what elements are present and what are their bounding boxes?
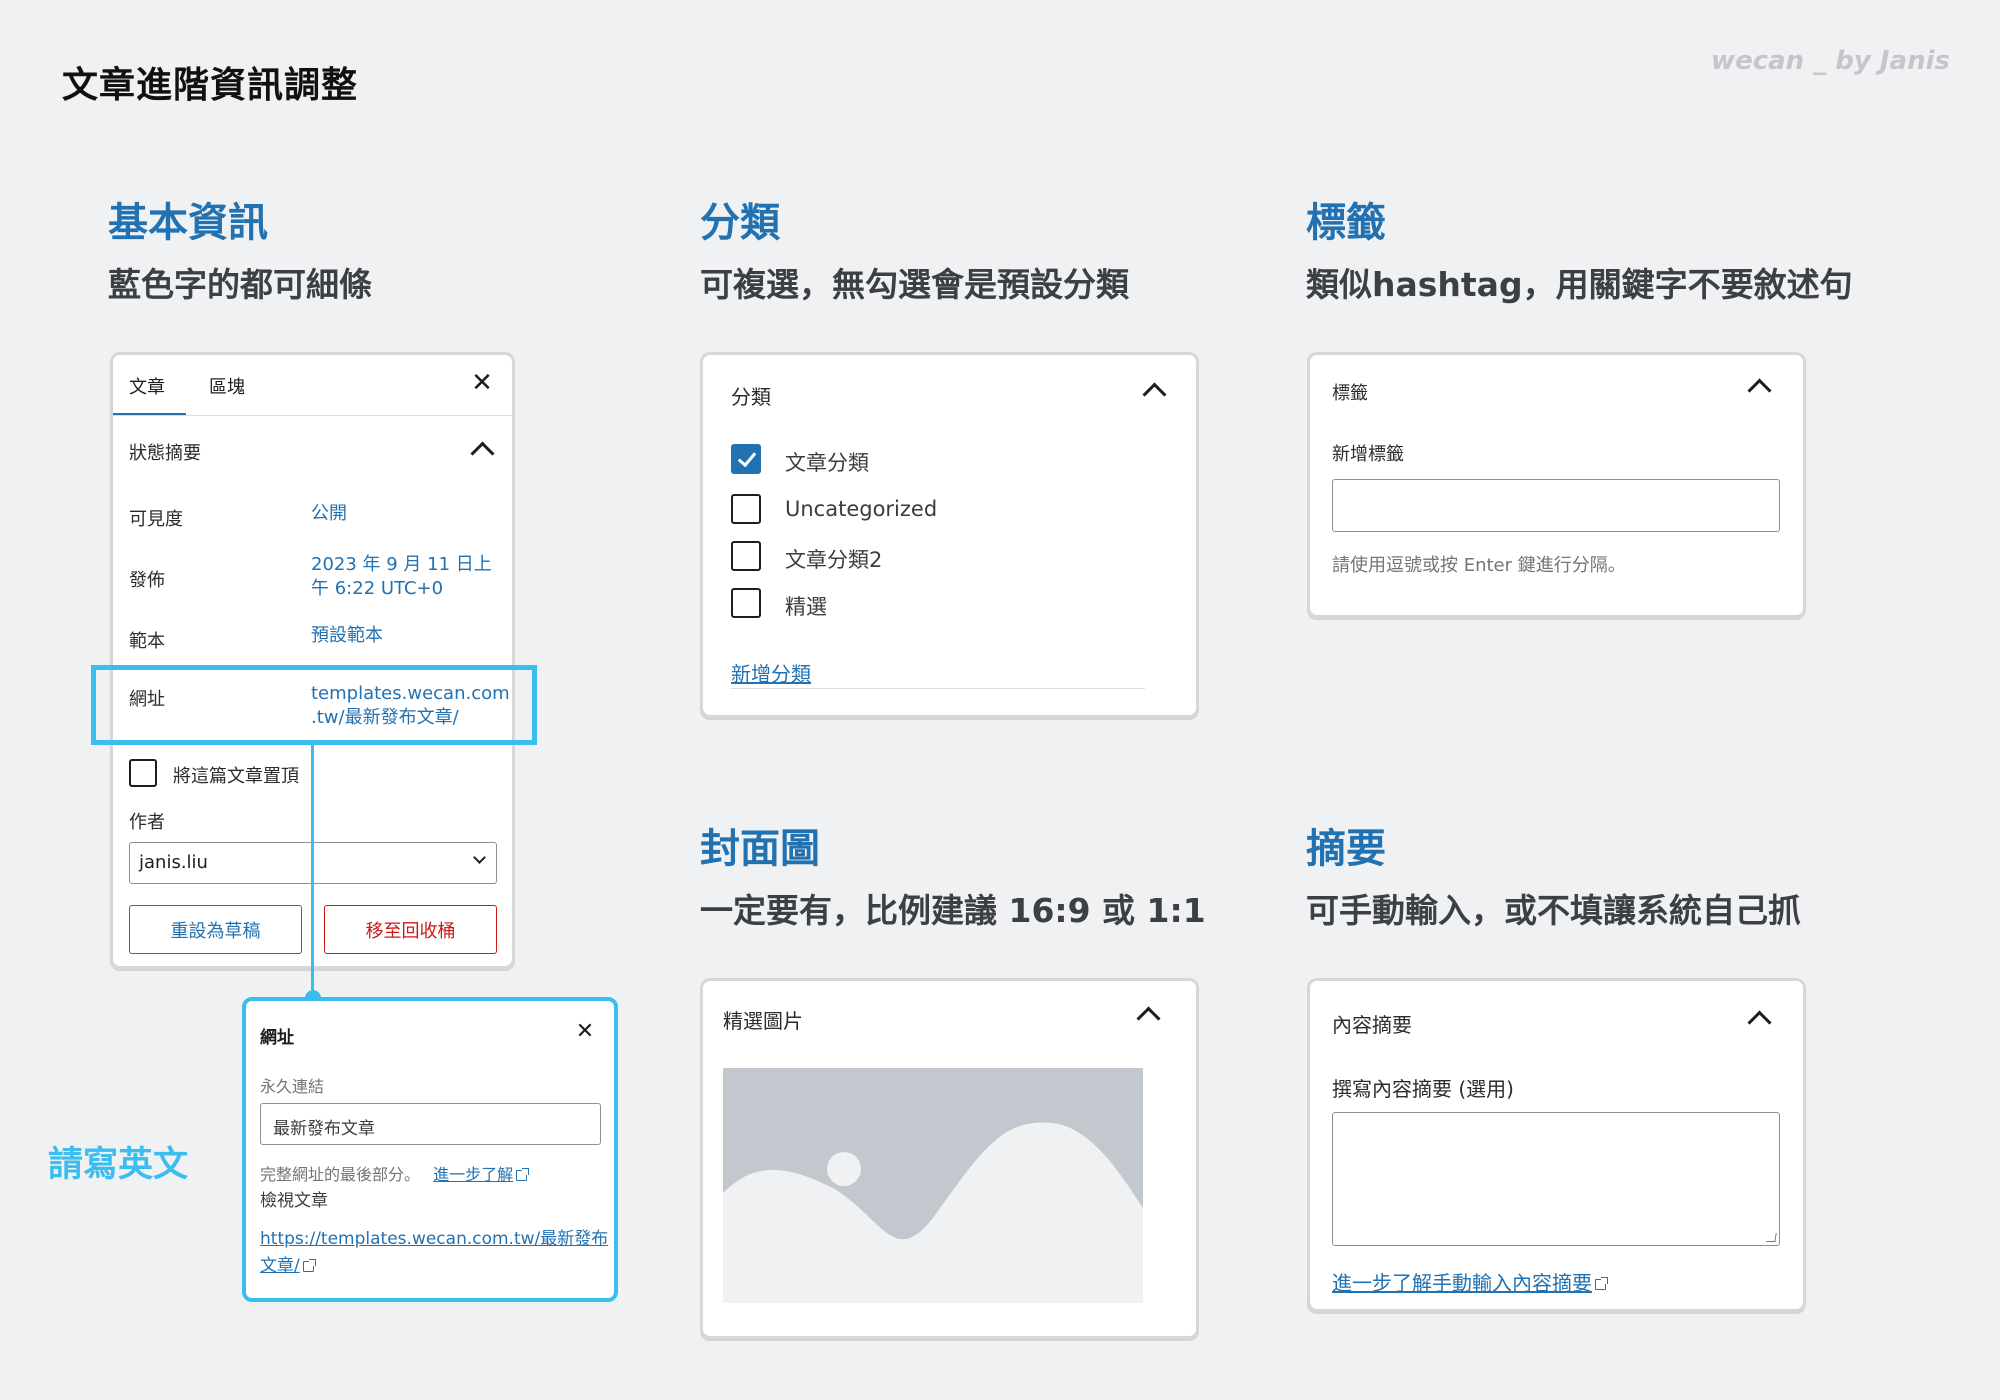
section-title-excerpt: 摘要 xyxy=(1306,826,1386,872)
close-popover-button[interactable]: ✕ xyxy=(572,1019,598,1045)
sticky-label: 將這篇文章置頂 xyxy=(173,766,299,787)
section-title-cover: 封面圖 xyxy=(700,826,820,872)
author-label: 作者 xyxy=(129,812,165,833)
section-subtitle-tags: 類似hashtag，用關鍵字不要敘述句 xyxy=(1306,265,1853,304)
section-title-category: 分類 xyxy=(700,200,780,246)
learn-more-link[interactable]: 進一步了解 xyxy=(433,1165,513,1184)
chevron-up-icon xyxy=(1746,377,1772,403)
tags-panel: 標籤 新增標籤 請使用逗號或按 Enter 鍵進行分隔。 xyxy=(1307,352,1806,618)
excerpt-panel: 內容摘要 撰寫內容摘要 (選用) 進一步了解手動輸入內容摘要 xyxy=(1307,978,1806,1312)
publish-date-value[interactable]: 2023 年 9 月 11 日上 午 6:22 UTC+0 xyxy=(311,553,492,601)
status-panel-title: 狀態摘要 xyxy=(129,443,201,464)
template-value[interactable]: 預設範本 xyxy=(311,624,383,648)
permalink-help: 完整網址的最後部分。 進一步了解 xyxy=(260,1161,530,1185)
page-title: 文章進階資訊調整 xyxy=(62,65,359,106)
brand-watermark: wecan _ by Janis xyxy=(1711,46,1950,76)
connector-line xyxy=(311,744,314,997)
external-link-icon xyxy=(302,1258,316,1272)
close-icon: ✕ xyxy=(575,1019,595,1044)
category-checkbox[interactable] xyxy=(731,541,761,571)
set-featured-image-button[interactable] xyxy=(723,1068,1143,1303)
chevron-down-icon xyxy=(473,851,486,864)
add-tag-input[interactable] xyxy=(1332,479,1780,532)
excerpt-textarea[interactable] xyxy=(1332,1112,1780,1246)
categories-panel: 分類 文章分類 Uncategorized 文章分類2 精選 新增分類 xyxy=(700,352,1199,718)
chevron-up-icon xyxy=(469,440,495,466)
featured-image-toggle[interactable] xyxy=(1133,999,1163,1031)
mountain-shape xyxy=(723,1122,1143,1303)
excerpt-panel-toggle[interactable] xyxy=(1744,1003,1774,1035)
category-checkbox[interactable] xyxy=(731,494,761,524)
section-subtitle-cover: 一定要有，比例建議 16:9 或 1:1 xyxy=(700,891,1206,930)
url-popover-title: 網址 xyxy=(260,1028,294,1048)
view-post-link[interactable]: https://templates.wecan.com.tw/最新發布 文章/ xyxy=(260,1226,608,1280)
url-popover: 網址 ✕ 永久連結 最新發布文章 完整網址的最後部分。 進一步了解 檢視文章 h… xyxy=(242,997,618,1302)
section-title-tags: 標籤 xyxy=(1306,200,1386,246)
view-post-label: 檢視文章 xyxy=(260,1191,328,1211)
publish-date-line2: 午 6:22 UTC+0 xyxy=(311,578,444,599)
add-category-link[interactable]: 新增分類 xyxy=(731,658,811,687)
post-url-line1: https://templates.wecan.com.tw/最新發布 xyxy=(260,1229,609,1249)
category-label: 精選 xyxy=(785,595,827,619)
tags-panel-toggle[interactable] xyxy=(1744,371,1774,403)
permalink-label: 永久連結 xyxy=(260,1077,325,1096)
excerpt-field-label: 撰寫內容摘要 (選用) xyxy=(1332,1077,1514,1101)
annotation-write-english: 請寫英文 xyxy=(48,1145,189,1185)
sun-shape xyxy=(827,1152,861,1186)
permalink-help-text: 完整網址的最後部分。 xyxy=(260,1165,421,1184)
url-line2: .tw/最新發布文章/ xyxy=(311,707,459,728)
tags-panel-title: 標籤 xyxy=(1332,383,1368,404)
external-link-icon xyxy=(1595,1277,1608,1290)
permalink-input-value: 最新發布文章 xyxy=(273,1119,375,1139)
category-label: 文章分類2 xyxy=(785,548,883,572)
revert-to-draft-button[interactable]: 重設為草稿 xyxy=(129,905,302,954)
visibility-label: 可見度 xyxy=(129,509,183,530)
post-url-line2: 文章/ xyxy=(260,1256,300,1276)
featured-image-panel: 精選圖片 xyxy=(700,978,1199,1339)
category-label: Uncategorized xyxy=(785,497,938,521)
add-tag-label: 新增標籤 xyxy=(1332,444,1404,465)
tags-help-text: 請使用逗號或按 Enter 鍵進行分隔。 xyxy=(1332,555,1626,576)
permalink-input[interactable]: 最新發布文章 xyxy=(260,1103,601,1145)
chevron-up-icon xyxy=(1135,1005,1161,1031)
excerpt-learn-more-link: 進一步了解手動輸入內容摘要 xyxy=(1332,1271,1592,1295)
category-label: 文章分類 xyxy=(785,451,869,475)
section-subtitle-excerpt: 可手動輸入，或不填讓系統自己抓 xyxy=(1306,891,1801,930)
publish-label: 發佈 xyxy=(129,570,165,591)
url-value[interactable]: templates.wecan.com .tw/最新發布文章/ xyxy=(311,682,510,730)
category-checkbox[interactable] xyxy=(731,588,761,618)
categories-divider xyxy=(731,688,1145,689)
close-icon: ✕ xyxy=(471,368,493,398)
tab-post[interactable]: 文章 xyxy=(129,373,165,399)
close-sidebar-button[interactable]: ✕ xyxy=(468,369,496,397)
excerpt-panel-title: 內容摘要 xyxy=(1332,1013,1412,1037)
template-label: 範本 xyxy=(129,631,165,652)
categories-panel-toggle[interactable] xyxy=(1139,375,1169,407)
tab-block[interactable]: 區塊 xyxy=(209,373,245,399)
tabs-divider xyxy=(113,415,512,416)
section-title-basic: 基本資訊 xyxy=(108,200,268,246)
url-label: 網址 xyxy=(129,689,165,710)
author-select-value: janis.liu xyxy=(139,852,208,873)
excerpt-learn-more[interactable]: 進一步了解手動輸入內容摘要 xyxy=(1332,1267,1608,1296)
external-link-icon xyxy=(516,1168,530,1181)
category-checkbox[interactable] xyxy=(731,444,761,474)
url-line1: templates.wecan.com xyxy=(311,683,510,704)
visibility-value[interactable]: 公開 xyxy=(311,502,347,526)
publish-date-line1: 2023 年 9 月 11 日上 xyxy=(311,554,492,575)
chevron-up-icon xyxy=(1746,1009,1772,1035)
move-to-trash-button[interactable]: 移至回收桶 xyxy=(324,905,497,954)
resize-handle-icon[interactable] xyxy=(1766,1233,1777,1242)
image-placeholder-icon xyxy=(723,1122,1143,1303)
chevron-up-icon xyxy=(1141,381,1167,407)
section-subtitle-category: 可複選，無勾選會是預設分類 xyxy=(700,265,1129,304)
featured-image-title: 精選圖片 xyxy=(723,1009,803,1033)
categories-panel-title: 分類 xyxy=(731,385,771,409)
status-panel-toggle[interactable] xyxy=(468,435,496,466)
section-subtitle-basic: 藍色字的都可細條 xyxy=(108,265,372,304)
sticky-checkbox[interactable] xyxy=(129,759,157,787)
